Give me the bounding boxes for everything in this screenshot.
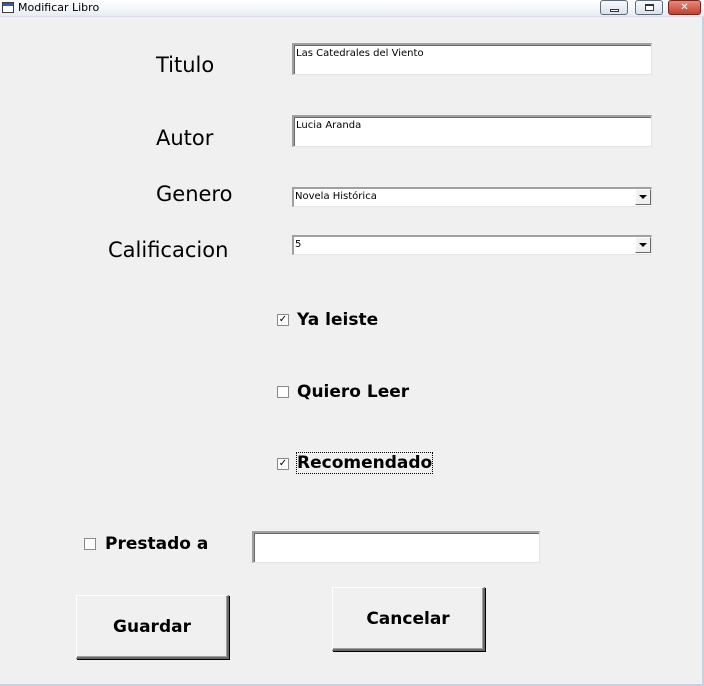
prestado-label[interactable]: Prestado a: [105, 534, 208, 554]
titulo-field[interactable]: Las Catedrales del Viento: [292, 43, 652, 75]
quiero-leer-checkbox[interactable]: [277, 386, 289, 398]
titulo-label: Titulo: [156, 53, 215, 77]
calificacion-label: Calificacion: [108, 238, 229, 262]
maximize-button[interactable]: [635, 0, 663, 15]
guardar-button[interactable]: Guardar: [76, 595, 229, 659]
close-button[interactable]: ✕: [668, 0, 701, 15]
chevron-down-icon[interactable]: [635, 237, 651, 253]
genero-select[interactable]: Novela Histórica: [292, 187, 652, 207]
minimize-icon: [609, 8, 619, 12]
calificacion-selected-value: 5: [295, 239, 302, 250]
cancelar-button[interactable]: Cancelar: [332, 587, 485, 651]
title-bar[interactable]: Modificar Libro ✕: [0, 0, 704, 17]
chevron-down-icon[interactable]: [635, 189, 651, 205]
autor-label: Autor: [156, 126, 214, 150]
form-icon: [2, 2, 14, 13]
genero-selected-value: Novela Histórica: [295, 191, 377, 202]
recomendado-label[interactable]: Recomendado: [295, 452, 434, 474]
prestado-checkbox[interactable]: [84, 538, 96, 550]
autor-field[interactable]: Lucia Aranda: [292, 115, 652, 147]
quiero-leer-label[interactable]: Quiero Leer: [297, 382, 409, 402]
genero-label: Genero: [156, 182, 233, 206]
window-title: Modificar Libro: [18, 1, 100, 14]
close-icon: ✕: [680, 1, 689, 13]
prestado-field[interactable]: [252, 531, 540, 563]
ya-leiste-label[interactable]: Ya leiste: [297, 310, 378, 330]
calificacion-select[interactable]: 5: [292, 235, 652, 255]
maximize-icon: [644, 4, 654, 11]
ya-leiste-checkbox[interactable]: ✓: [277, 314, 289, 326]
recomendado-checkbox[interactable]: ✓: [277, 458, 289, 470]
minimize-button[interactable]: [600, 0, 628, 15]
